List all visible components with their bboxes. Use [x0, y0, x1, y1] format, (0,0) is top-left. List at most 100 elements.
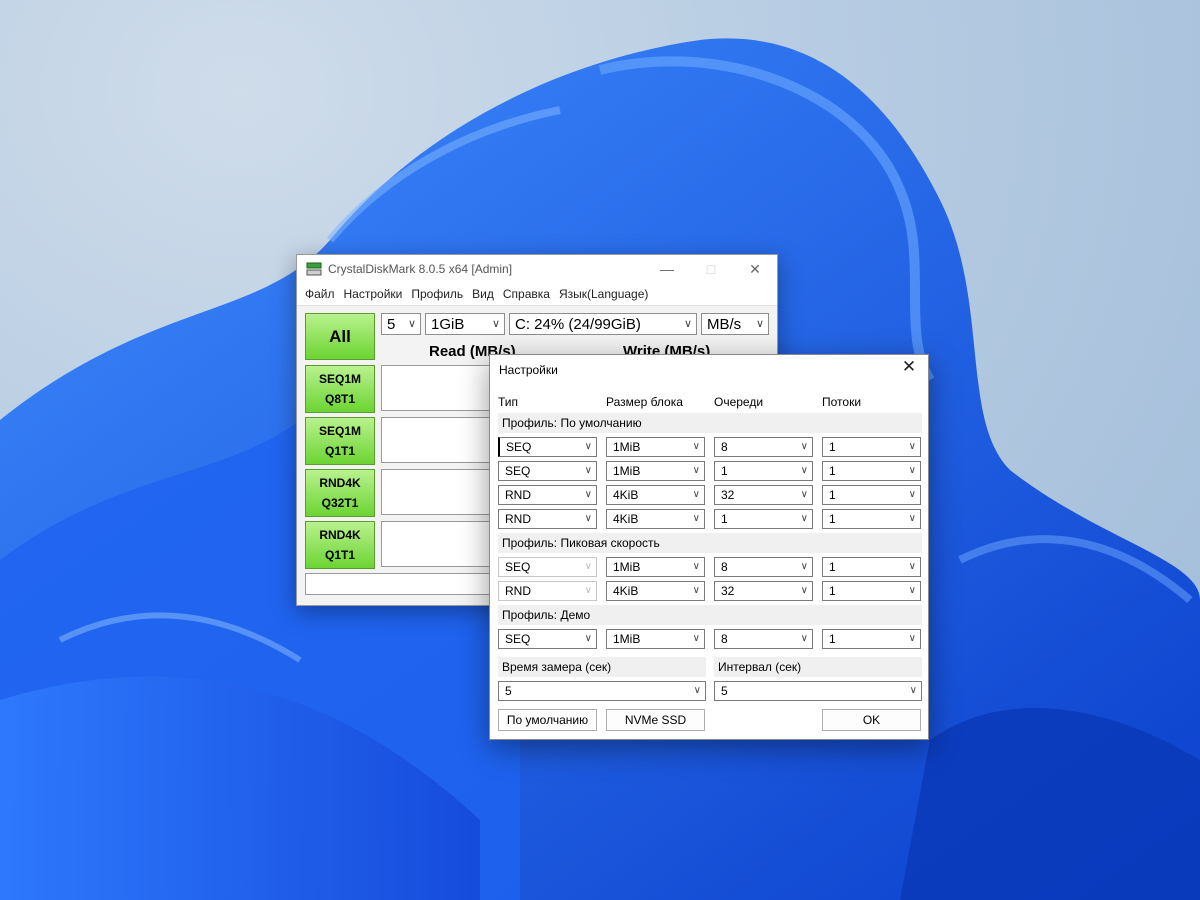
block-size-select[interactable]: 4KiB ∨	[606, 485, 705, 505]
menu-help[interactable]: Справка	[503, 287, 550, 301]
chevron-down-icon: ∨	[584, 465, 592, 476]
block-size-select[interactable]: 4KiB ∨	[606, 581, 705, 601]
block-size-value: 4KiB	[613, 488, 639, 502]
threads-select[interactable]: 1 ∨	[822, 509, 921, 529]
chevron-down-icon: ∨	[584, 441, 592, 452]
chevron-down-icon: ∨	[800, 585, 808, 596]
chevron-down-icon: ∨	[692, 489, 700, 500]
threads-select[interactable]: 1 ∨	[822, 581, 921, 601]
dialog-title: Настройки	[499, 363, 558, 377]
section-profile-demo: Профиль: Демо	[498, 605, 922, 625]
queue-select[interactable]: 8 ∨	[714, 437, 813, 457]
queue-select[interactable]: 8 ∨	[714, 629, 813, 649]
type-select-disabled: SEQ ∨	[498, 557, 597, 577]
chevron-down-icon: ∨	[584, 585, 592, 596]
measure-time-label: Время замера (сек)	[498, 657, 706, 677]
chevron-down-icon: ∨	[909, 685, 917, 696]
test-label-line2: Q8T1	[324, 392, 355, 406]
chevron-down-icon: ∨	[800, 465, 808, 476]
threads-select[interactable]: 1 ∨	[822, 485, 921, 505]
measure-time-select[interactable]: 5 ∨	[498, 681, 706, 701]
ok-button[interactable]: OK	[822, 709, 921, 731]
menu-language[interactable]: Язык(Language)	[559, 287, 648, 301]
chevron-down-icon: ∨	[584, 561, 592, 572]
block-size-select[interactable]: 1MiB ∨	[606, 437, 705, 457]
test-label-line1: SEQ1M	[318, 424, 361, 438]
nvme-ssd-button[interactable]: NVMe SSD	[606, 709, 705, 731]
test-label-line1: SEQ1M	[318, 372, 361, 386]
menu-view[interactable]: Вид	[472, 287, 494, 301]
menu-profile[interactable]: Профиль	[411, 287, 463, 301]
close-icon[interactable]: ✕	[898, 357, 920, 377]
app-icon	[306, 262, 322, 276]
maximize-icon[interactable]: □	[689, 261, 733, 278]
header-block-size: Размер блока	[606, 395, 683, 409]
block-size-select[interactable]: 1MiB ∨	[606, 557, 705, 577]
menu-file[interactable]: Файл	[305, 287, 335, 301]
block-size-select[interactable]: 1MiB ∨	[606, 629, 705, 649]
minimize-icon[interactable]: —	[645, 261, 689, 278]
title-bar[interactable]: CrystalDiskMark 8.0.5 x64 [Admin] — □ ✕	[297, 255, 777, 283]
threads-select[interactable]: 1 ∨	[822, 557, 921, 577]
type-select[interactable]: SEQ ∨	[498, 629, 597, 649]
queue-value: 1	[721, 464, 728, 478]
all-button[interactable]: All	[305, 313, 375, 360]
queue-select[interactable]: 32 ∨	[714, 581, 813, 601]
test-button-seq1m-q8t1[interactable]: SEQ1M Q8T1	[305, 365, 375, 413]
queue-select[interactable]: 1 ∨	[714, 509, 813, 529]
test-count-select[interactable]: 5 ∨	[381, 313, 421, 335]
queue-select[interactable]: 8 ∨	[714, 557, 813, 577]
block-size-value: 1MiB	[613, 632, 641, 646]
menu-settings[interactable]: Настройки	[344, 287, 403, 301]
queue-value: 8	[721, 560, 728, 574]
chevron-down-icon: ∨	[692, 633, 700, 644]
chevron-down-icon: ∨	[908, 561, 916, 572]
test-size-select[interactable]: 1GiB ∨	[425, 313, 505, 335]
header-threads: Потоки	[822, 395, 862, 409]
chevron-down-icon: ∨	[800, 561, 808, 572]
test-button-rnd4k-q1t1[interactable]: RND4K Q1T1	[305, 521, 375, 569]
chevron-down-icon: ∨	[800, 633, 808, 644]
chevron-down-icon: ∨	[800, 441, 808, 452]
window-title: CrystalDiskMark 8.0.5 x64 [Admin]	[328, 262, 513, 276]
threads-select[interactable]: 1 ∨	[822, 461, 921, 481]
drive-select[interactable]: C: 24% (24/99GiB) ∨	[509, 313, 697, 335]
chevron-down-icon: ∨	[584, 513, 592, 524]
chevron-down-icon: ∨	[800, 513, 808, 524]
chevron-down-icon: ∨	[692, 585, 700, 596]
threads-select[interactable]: 1 ∨	[822, 437, 921, 457]
type-select[interactable]: RND ∨	[498, 485, 597, 505]
type-select[interactable]: SEQ ∨	[498, 437, 597, 457]
chevron-down-icon: ∨	[692, 561, 700, 572]
queue-value: 8	[721, 632, 728, 646]
unit-value: MB/s	[707, 315, 742, 333]
queue-value: 8	[721, 440, 728, 454]
threads-select[interactable]: 1 ∨	[822, 629, 921, 649]
header-type: Тип	[498, 395, 519, 409]
block-size-select[interactable]: 4KiB ∨	[606, 509, 705, 529]
queue-select[interactable]: 1 ∨	[714, 461, 813, 481]
type-value: SEQ	[505, 560, 531, 574]
chevron-down-icon: ∨	[692, 513, 700, 524]
threads-value: 1	[829, 584, 836, 598]
chevron-down-icon: ∨	[908, 513, 916, 524]
test-button-seq1m-q1t1[interactable]: SEQ1M Q1T1	[305, 417, 375, 465]
type-value: RND	[505, 488, 531, 502]
chevron-down-icon: ∨	[407, 318, 416, 330]
menu-bar: Файл Настройки Профиль Вид Справка Язык(…	[297, 283, 777, 306]
chevron-down-icon: ∨	[692, 465, 700, 476]
block-size-value: 1MiB	[613, 464, 641, 478]
threads-value: 1	[829, 464, 836, 478]
type-select[interactable]: RND ∨	[498, 509, 597, 529]
default-button[interactable]: По умолчанию	[498, 709, 597, 731]
type-select[interactable]: SEQ ∨	[498, 461, 597, 481]
threads-value: 1	[829, 440, 836, 454]
queue-select[interactable]: 32 ∨	[714, 485, 813, 505]
test-button-rnd4k-q32t1[interactable]: RND4K Q32T1	[305, 469, 375, 517]
section-profile-peak: Профиль: Пиковая скорость	[498, 533, 922, 553]
unit-select[interactable]: MB/s ∨	[701, 313, 769, 335]
chevron-down-icon: ∨	[908, 633, 916, 644]
block-size-select[interactable]: 1MiB ∨	[606, 461, 705, 481]
close-icon[interactable]: ✕	[733, 261, 777, 278]
interval-select[interactable]: 5 ∨	[714, 681, 922, 701]
